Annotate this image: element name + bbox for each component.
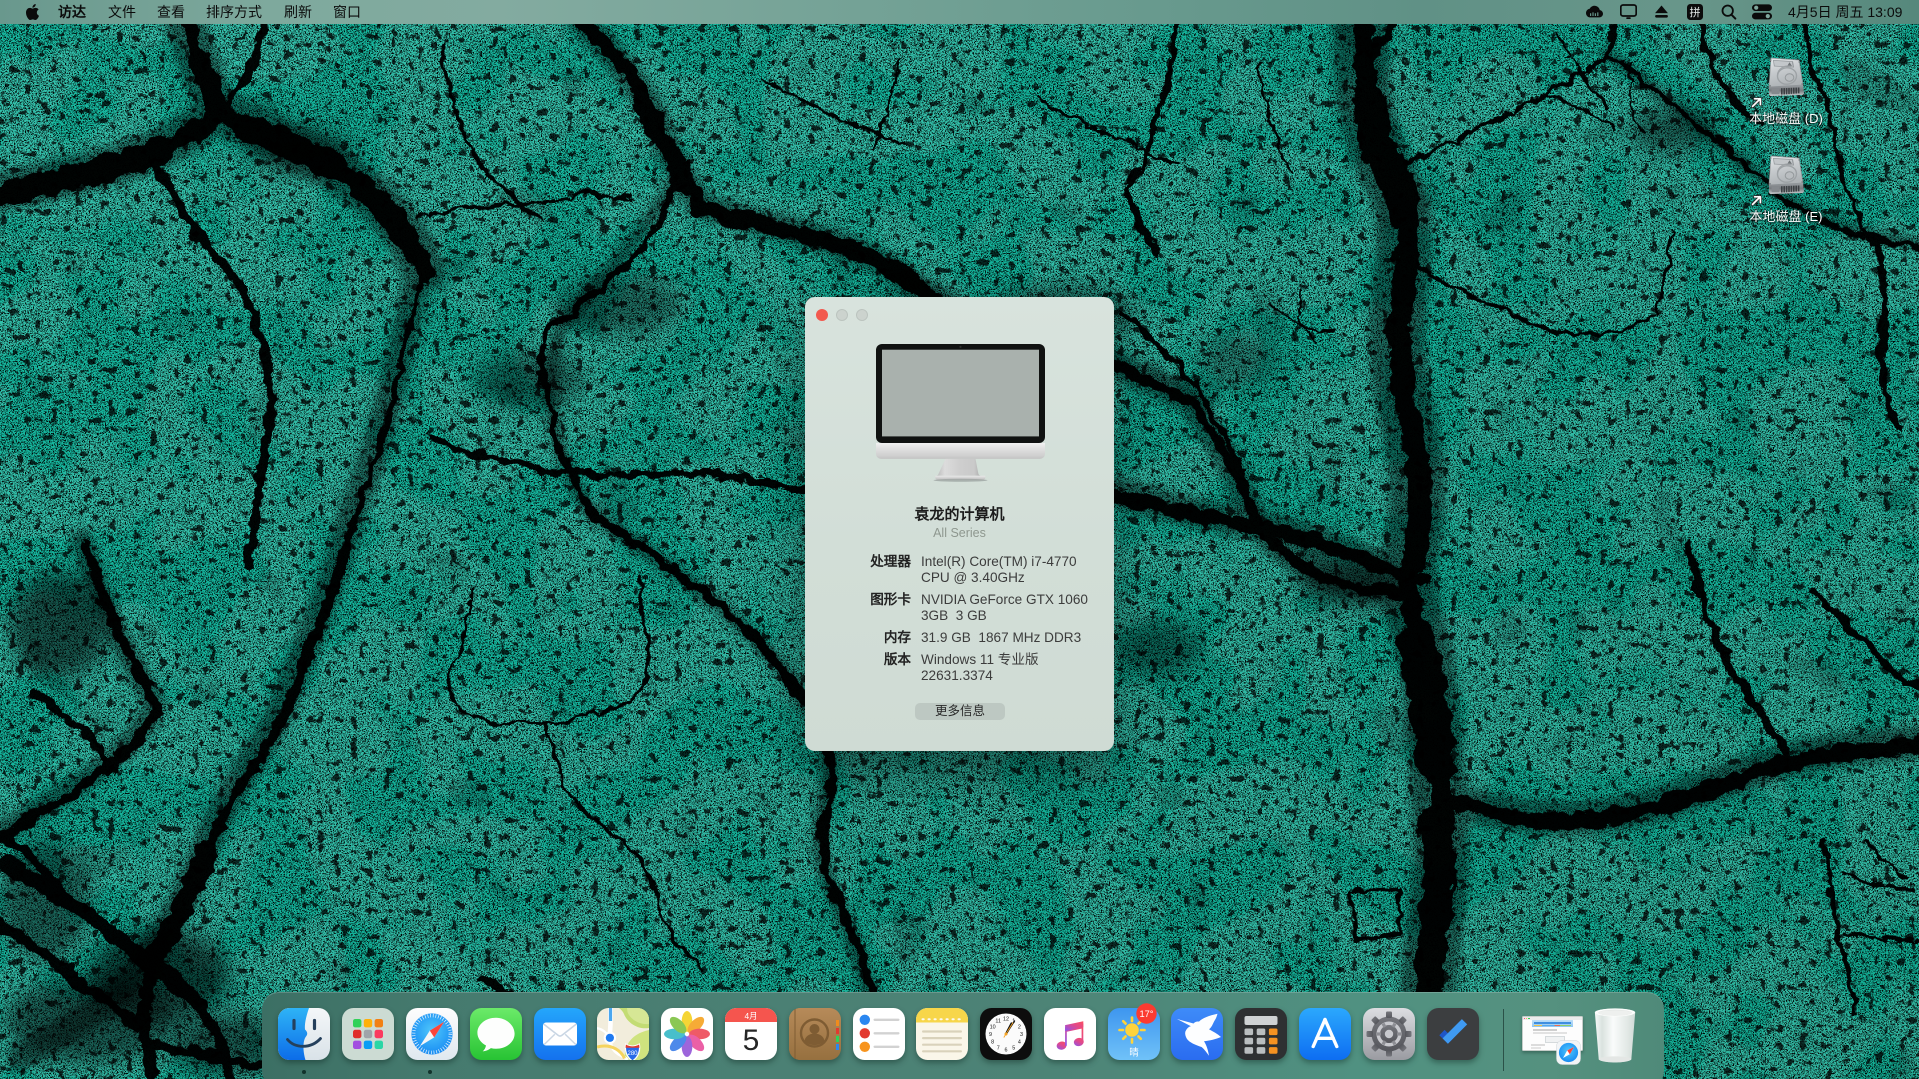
svg-text:3: 3 [1020, 1032, 1023, 1038]
svg-text:280: 280 [627, 1051, 638, 1057]
svg-text:8: 8 [991, 1040, 994, 1046]
svg-text:5: 5 [743, 1024, 760, 1057]
svg-text:9: 9 [989, 1032, 992, 1038]
svg-text:11: 11 [995, 1019, 1001, 1025]
svg-text:7: 7 [997, 1045, 1000, 1051]
svg-text:晴: 晴 [1129, 1047, 1139, 1059]
svg-text:17°: 17° [1139, 1008, 1153, 1018]
svg-text:6: 6 [1005, 1048, 1008, 1054]
svg-text:2: 2 [1018, 1024, 1021, 1030]
svg-text:5: 5 [1012, 1045, 1015, 1051]
svg-text:拼: 拼 [1690, 5, 1701, 19]
svg-text:4: 4 [1018, 1040, 1021, 1046]
svg-text:4月: 4月 [744, 1011, 757, 1021]
svg-text:12: 12 [1003, 1017, 1009, 1023]
svg-text:10: 10 [990, 1024, 996, 1030]
